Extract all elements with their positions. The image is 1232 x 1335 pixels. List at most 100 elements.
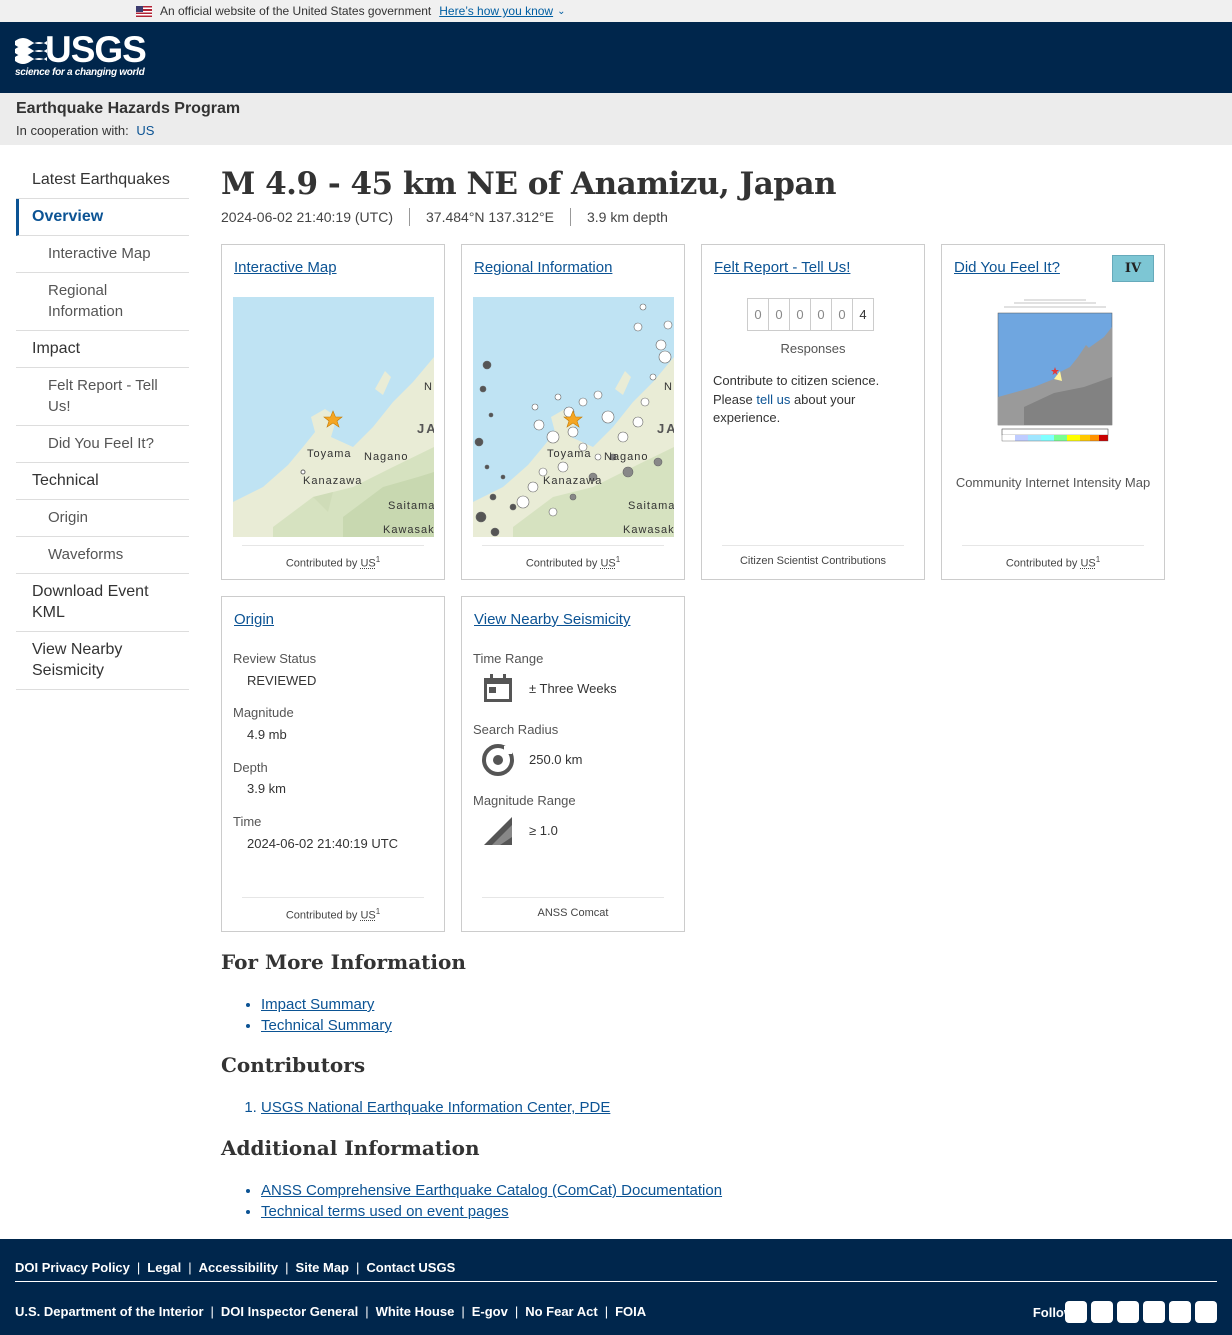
youtube-icon[interactable] [1169, 1301, 1191, 1323]
contributor-link[interactable]: US [600, 558, 615, 570]
github-icon[interactable] [1117, 1301, 1139, 1323]
chevron-down-icon[interactable]: ⌄ [557, 6, 565, 17]
origin-link[interactable]: Origin [234, 611, 274, 628]
regional-map-thumbnail[interactable]: Toyama Nagano Kanazawa Saitama Kawasaki … [473, 297, 674, 537]
footer-link[interactable]: No Fear Act [525, 1304, 597, 1319]
search-radius-label: Search Radius [473, 722, 559, 737]
nav-technical[interactable]: Technical [16, 463, 189, 500]
quake-dot [488, 412, 494, 418]
quake-dot [617, 431, 629, 443]
technical-summary-link[interactable]: Technical Summary [261, 1017, 392, 1034]
facebook-icon[interactable] [1091, 1301, 1113, 1323]
neic-link[interactable]: USGS National Earthquake Information Cen… [261, 1099, 610, 1116]
intensity-map-image [994, 297, 1116, 457]
footer-link[interactable]: Legal [147, 1260, 181, 1275]
time-range-value: ± Three Weeks [529, 681, 617, 696]
twitter-icon[interactable] [1065, 1301, 1087, 1323]
nav-regional-information[interactable]: Regional Information [16, 273, 189, 331]
map-label-toyama: Toyama [307, 448, 352, 460]
quake-dot [593, 390, 603, 400]
magnitude-ramp-icon [484, 817, 512, 845]
quake-dot [663, 320, 673, 330]
additional-info-list: ANSS Comprehensive Earthquake Catalog (C… [261, 1180, 722, 1222]
nav-latest-earthquakes[interactable]: Latest Earthquakes [16, 162, 189, 199]
impact-summary-link[interactable]: Impact Summary [261, 996, 374, 1013]
technical-terms-link[interactable]: Technical terms used on event pages [261, 1203, 509, 1220]
nav-interactive-map[interactable]: Interactive Map [16, 236, 189, 273]
footer-link[interactable]: Site Map [296, 1260, 349, 1275]
regional-information-card: Regional Information Toyama Nagano Kanaz… [461, 244, 685, 580]
footer-link[interactable]: FOIA [615, 1304, 646, 1319]
event-time: 2024-06-02 21:40:19 (UTC) [221, 208, 410, 226]
map-label-nagano: Nagano [604, 451, 649, 463]
footer-link[interactable]: DOI Inspector General [221, 1304, 358, 1319]
cooperation-label: In cooperation with: [16, 123, 129, 138]
contributors-list: USGS National Earthquake Information Cen… [261, 1097, 610, 1118]
origin-card: Origin Review Status REVIEWED Magnitude … [221, 596, 445, 932]
usgs-header: USGS science for a changing world [0, 22, 1232, 93]
gov-banner: An official website of the United States… [0, 0, 1232, 22]
interactive-map-thumbnail[interactable]: Toyama Nagano Kanazawa Saitama Kawasaki … [233, 297, 434, 537]
map-label-n: N [424, 381, 432, 393]
event-depth: 3.9 km depth [586, 209, 668, 225]
nav-origin[interactable]: Origin [16, 500, 189, 537]
comcat-docs-link[interactable]: ANSS Comprehensive Earthquake Catalog (C… [261, 1182, 722, 1199]
more-info-heading: For More Information [221, 950, 466, 974]
felt-report-link[interactable]: Felt Report - Tell Us! [714, 259, 850, 276]
site-footer: DOI Privacy Policy | Legal | Accessibility… [0, 1239, 1232, 1335]
program-title[interactable]: Earthquake Hazards Program [16, 99, 1216, 119]
footer-link[interactable]: U.S. Department of the Interior [15, 1304, 204, 1319]
map-label-japan: JA [417, 421, 434, 436]
quake-dot [527, 481, 539, 493]
tell-us-link[interactable]: tell us [756, 392, 790, 407]
card-footer: Citizen Scientist Contributions [702, 545, 924, 579]
nav-felt-report[interactable]: Felt Report - Tell Us! [16, 368, 189, 426]
usgs-logo[interactable]: USGS science for a changing world [15, 31, 147, 81]
time-label: Time [233, 814, 262, 829]
contributor-link[interactable]: US [360, 910, 375, 922]
regional-information-link[interactable]: Regional Information [474, 259, 612, 276]
quake-dot [567, 426, 579, 438]
quake-dot [554, 393, 562, 401]
footer-link[interactable]: Accessibility [199, 1260, 279, 1275]
dyfi-intensity-map[interactable] [994, 297, 1116, 457]
gov-banner-link[interactable]: Here’s how you know [439, 4, 553, 18]
interactive-map-link[interactable]: Interactive Map [234, 259, 337, 276]
cooperation-link[interactable]: US [136, 123, 154, 138]
magnitude-range-label: Magnitude Range [473, 793, 576, 808]
nav-impact[interactable]: Impact [16, 331, 189, 368]
more-info-list: Impact Summary Technical Summary [261, 994, 392, 1036]
magnitude-range-value: ≥ 1.0 [529, 823, 558, 838]
footer-link[interactable]: Contact USGS [366, 1260, 455, 1275]
flickr-icon[interactable] [1143, 1301, 1165, 1323]
footer-link[interactable]: DOI Privacy Policy [15, 1260, 130, 1275]
contributor-link[interactable]: US [360, 558, 375, 570]
nav-did-you-feel-it[interactable]: Did You Feel It? [16, 426, 189, 463]
nav-download-kml[interactable]: Download Event KML [16, 574, 189, 632]
site-header: Earthquake Hazards Program In cooperatio… [0, 93, 1232, 145]
nav-overview[interactable]: Overview [16, 199, 189, 236]
instagram-icon[interactable] [1195, 1301, 1217, 1323]
nav-nearby-seismicity[interactable]: View Nearby Seismicity [16, 632, 189, 690]
review-status-value: REVIEWED [247, 673, 317, 688]
responses-label: Responses [780, 341, 846, 356]
dyfi-caption: Community Internet Intensity Map [955, 475, 1151, 490]
quake-dot [569, 493, 577, 501]
gov-banner-text: An official website of the United States… [160, 4, 432, 18]
footer-link[interactable]: E-gov [472, 1304, 508, 1319]
quake-dot [594, 453, 602, 461]
footer-links-bottom: U.S. Department of the Interior | DOI Ins… [15, 1304, 647, 1319]
sidebar-nav: Latest Earthquakes Overview Interactive … [16, 162, 189, 690]
footer-links-top: DOI Privacy Policy | Legal | Accessibility… [15, 1260, 456, 1275]
map-label-kanazawa: Kanazawa [303, 475, 363, 487]
footer-link[interactable]: White House [376, 1304, 455, 1319]
response-counter: 0 0 0 0 0 4 [747, 298, 874, 331]
main-content: M 4.9 - 45 km NE of Anamizu, Japan 2024-… [221, 162, 1211, 226]
contributor-link[interactable]: US [1080, 558, 1095, 570]
nearby-seismicity-link[interactable]: View Nearby Seismicity [474, 611, 630, 628]
map-label-toyama: Toyama [547, 448, 592, 460]
list-item: ANSS Comprehensive Earthquake Catalog (C… [261, 1180, 722, 1201]
felt-description: Contribute to citizen science. Please te… [713, 373, 880, 425]
nav-waveforms[interactable]: Waveforms [16, 537, 189, 574]
dyfi-link[interactable]: Did You Feel It? [954, 259, 1060, 276]
